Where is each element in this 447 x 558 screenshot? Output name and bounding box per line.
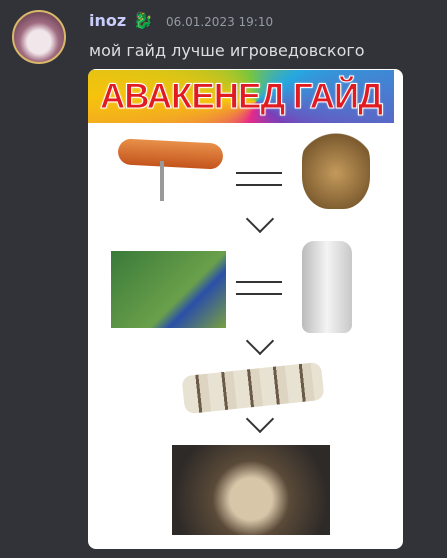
peacock-image xyxy=(111,251,226,328)
greater-than-sign xyxy=(245,326,275,356)
fork-icon xyxy=(160,161,164,201)
message-image[interactable]: АВАКЕНЕД ГАЙД xyxy=(88,69,403,549)
message-text: мой гайд лучше игроведовского xyxy=(89,41,365,60)
equals-sign xyxy=(236,172,282,186)
avatar[interactable] xyxy=(12,10,66,64)
milk-can-image xyxy=(302,241,352,333)
author-name[interactable]: inoz xyxy=(89,11,126,30)
winged-creature-icon: 🐉 xyxy=(133,11,153,30)
banner-text: АВАКЕНЕД ГАЙД xyxy=(99,76,383,116)
greater-than-sign xyxy=(245,204,275,234)
equals-sign xyxy=(236,281,282,295)
banner: АВАКЕНЕД ГАЙД xyxy=(88,70,394,123)
birch-log-image xyxy=(181,361,325,415)
hedgehog-on-throne-image xyxy=(172,445,330,535)
sausage-image xyxy=(117,138,224,170)
lion-image xyxy=(302,129,370,209)
timestamp: 06.01.2023 19:10 xyxy=(166,15,274,29)
greater-than-sign xyxy=(245,404,275,434)
